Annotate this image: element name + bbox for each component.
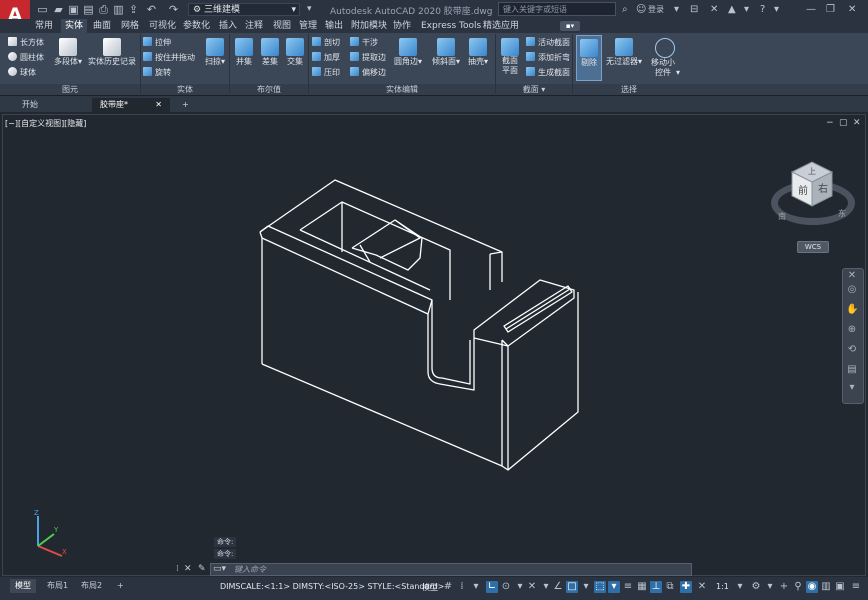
model-edge [507,292,579,471]
dynamic-ucs-icon[interactable]: ⊥ [650,581,662,593]
isolate-icon[interactable]: ◉ [806,581,818,593]
tab-model[interactable]: 模型 [10,579,36,593]
showmotion-icon[interactable]: ▤ [846,364,858,376]
command-line [210,563,692,576]
customize-icon[interactable]: ≡ [850,581,862,593]
command-grip-icon[interactable]: ⁞ [176,564,179,574]
polar-icon[interactable]: ⊙ [500,581,512,593]
model-edge [505,288,571,330]
object-snap-icon[interactable]: □ [566,581,578,593]
svg-text:Y: Y [53,526,59,534]
tab-layout2[interactable]: 布局2 [76,579,107,593]
command-history-line: 命令: [214,549,237,559]
ortho-icon[interactable]: ∟ [486,581,498,593]
ucs-icon: Z X Y [34,509,67,557]
viewcube-front-label: 前 [798,184,808,197]
object-snap-tracking-icon[interactable]: ∠ [552,581,564,593]
close-icon[interactable]: ✕ [846,270,858,282]
chevron-down-icon[interactable]: ▾ [580,581,592,593]
model-edge [261,340,503,467]
customize-icon[interactable]: ▾ [846,382,858,394]
svg-text:X: X [62,548,67,556]
selection-cycling-icon[interactable]: ⧉ [664,581,676,593]
plus-icon[interactable]: + [778,581,790,593]
tab-layout1[interactable]: 布局1 [42,579,73,593]
compass-south-label: 南 [778,212,786,221]
model-space-button[interactable]: 模型 [422,582,438,593]
pan-icon[interactable]: ✋ [846,304,858,316]
chevron-down-icon[interactable]: ▾ [734,581,746,593]
transparency-icon[interactable]: ▦ [636,581,648,593]
prompt-icon: ▭▾ [213,564,227,574]
zoom-icon[interactable]: ⊕ [846,324,858,336]
model-edge [489,251,503,255]
model-edge [501,465,509,471]
viewcube-right-label: 右 [818,182,828,195]
customize-icon[interactable]: ✎ [198,564,206,574]
model-edge [427,314,475,391]
command-history-line: 命令: [214,537,237,547]
compass-east-label: 东 [838,209,846,218]
snap-icon[interactable]: ⁞ [456,581,468,593]
infer-icon[interactable]: ▾ [470,581,482,593]
add-layout-button[interactable]: + [112,579,129,593]
3d-object-snap-icon[interactable]: ⬚ [594,581,606,593]
viewcube-top-label: 上 [808,167,816,176]
steering-wheel-icon[interactable]: ◎ [846,284,858,296]
clean-screen-icon[interactable]: ▣ [834,581,846,593]
orbit-icon[interactable]: ⟲ [846,344,858,356]
chevron-down-icon[interactable]: ▾ [608,581,620,593]
gear-icon[interactable]: ⚙ [750,581,762,593]
graphics-performance-icon[interactable]: ▥ [820,581,832,593]
model-edge [431,300,471,385]
model-edge [351,219,423,271]
chevron-down-icon[interactable]: ▾ [540,581,552,593]
chevron-down-icon[interactable]: ▾ [514,581,526,593]
gizmo-icon[interactable]: ✚ [680,581,692,593]
isodraft-icon[interactable]: ✕ [526,581,538,593]
annotation-scale-button[interactable]: 1:1 [716,582,729,591]
svg-text:Z: Z [34,509,39,517]
command-input[interactable]: 键入命令 [234,564,266,575]
ucs-menu-button[interactable]: WCS [797,241,829,253]
model-edge [259,225,433,315]
close-icon[interactable]: ✕ [184,564,192,574]
grid-icon[interactable]: # [442,581,454,593]
tape-dispenser-model [259,179,579,471]
dimension-status-text: DIMSCALE:<1:1> DIMSTY:<ISO-25> STYLE:<St… [220,582,445,591]
lineweight-icon[interactable]: ≡ [622,581,634,593]
viewcube[interactable]: 上 前 右 [786,158,836,210]
annotation-icon[interactable]: ✕ [696,581,708,593]
units-icon[interactable]: ⚲ [792,581,804,593]
chevron-down-icon[interactable]: ▾ [764,581,776,593]
